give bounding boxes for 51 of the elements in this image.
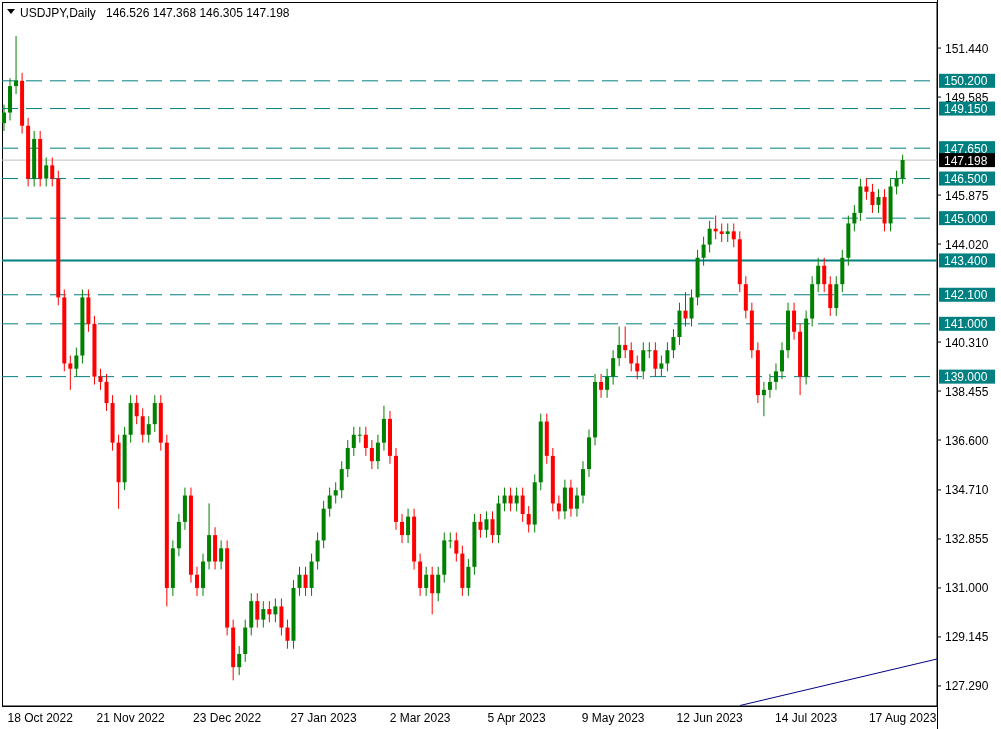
price-axis-label: 129.145 — [945, 630, 989, 645]
ref-line-label: 147.650 — [944, 141, 988, 156]
dropdown-triangle-icon[interactable] — [7, 9, 15, 14]
candlestick — [201, 553, 205, 597]
price-axis-label: 138.455 — [945, 384, 989, 399]
level-price-tag: 143.400 — [939, 253, 995, 268]
level-price-tag: 141.000 — [939, 316, 995, 332]
price-axis-label: 151.440 — [945, 41, 989, 56]
candlestick — [587, 428, 591, 478]
price-axis-label: 127.290 — [945, 679, 989, 694]
price-axis-label: 144.020 — [945, 237, 989, 252]
candlestick — [8, 77, 12, 121]
date-axis-label: 18 Oct 2022 — [7, 711, 73, 725]
level-price-tag: 149.150 — [939, 101, 995, 117]
level-price-tag: 145.000 — [939, 211, 995, 226]
date-axis-label: 23 Dec 2022 — [193, 711, 262, 725]
date-axis-label: 12 Jun 2023 — [676, 711, 743, 725]
ref-line-label: 149.150 — [944, 102, 988, 117]
ref-line-label: 141.000 — [944, 317, 988, 332]
date-axis-label: 5 Apr 2023 — [487, 711, 546, 725]
ref-line-label: 139.000 — [944, 370, 988, 385]
ref-line-label: 146.500 — [944, 172, 988, 187]
candlestick — [388, 410, 392, 465]
symbol-title: USDJPY,Daily — [20, 6, 96, 20]
date-axis-label: 17 Aug 2023 — [868, 711, 937, 725]
price-axis-label: 136.600 — [945, 433, 989, 448]
price-axis-label: 140.310 — [945, 335, 989, 350]
date-axis-label: 2 Mar 2023 — [389, 711, 451, 725]
date-axis-label: 21 Nov 2022 — [96, 711, 165, 725]
level-price-tag: 146.500 — [939, 171, 995, 187]
candlestick — [195, 566, 199, 597]
current-price-tag: 147.198 — [939, 153, 995, 168]
level-price-tag: 142.100 — [939, 287, 995, 303]
ohlc-values: 146.526 147.368 146.305 147.198 — [106, 6, 290, 20]
candlestick — [581, 460, 585, 504]
date-axis-label: 27 Jan 2023 — [290, 711, 357, 725]
date-axis-label: 9 May 2023 — [581, 711, 645, 725]
level-price-tag: 139.000 — [939, 369, 995, 385]
ref-line-label: 145.000 — [944, 211, 988, 226]
price-axis-label: 134.710 — [945, 483, 989, 498]
price-axis-label: 145.875 — [945, 188, 989, 203]
price-axis-label: 131.000 — [945, 581, 989, 596]
ref-line-label: 150.200 — [944, 74, 988, 89]
candlestick — [2, 104, 6, 132]
ref-line-label: 142.100 — [944, 288, 988, 303]
price-axis-label: 132.855 — [945, 532, 989, 547]
date-axis-label: 14 Jul 2023 — [775, 711, 838, 725]
candlestick — [780, 341, 784, 380]
ref-line-label: 147.198 — [944, 153, 988, 168]
ref-line-label: 143.400 — [944, 253, 988, 268]
level-price-tag: 150.200 — [939, 73, 995, 89]
